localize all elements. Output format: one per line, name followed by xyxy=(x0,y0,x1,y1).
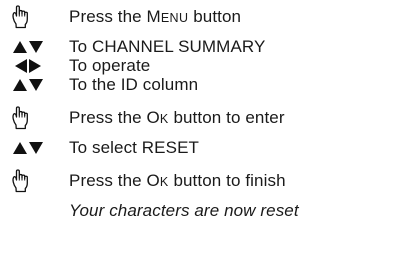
instruction-step-4: To the ID column xyxy=(0,74,393,96)
instruction-step-1: Press the MENU button xyxy=(0,3,393,30)
instruction-step-6: To select RESET xyxy=(0,137,393,159)
instruction-step-5: Press the OK button to enter xyxy=(0,104,393,131)
result-note: Your characters are now reset xyxy=(69,201,299,220)
instruction-step-8: Your characters are now reset xyxy=(0,200,393,222)
step-text: Press the MENU button xyxy=(69,7,242,26)
up-down-arrows-icon xyxy=(4,137,52,159)
instruction-step-7: Press the OK button to finish xyxy=(0,167,393,194)
step-text: Press the OK button to finish xyxy=(69,171,286,190)
step-text: To select RESET xyxy=(69,138,199,157)
step-text: Press the OK button to enter xyxy=(69,108,285,127)
hand-press-icon xyxy=(10,167,37,194)
step-text: To the ID column xyxy=(69,75,199,94)
up-down-arrows-icon xyxy=(4,74,52,96)
hand-press-icon xyxy=(10,104,37,131)
hand-press-icon xyxy=(10,3,37,30)
